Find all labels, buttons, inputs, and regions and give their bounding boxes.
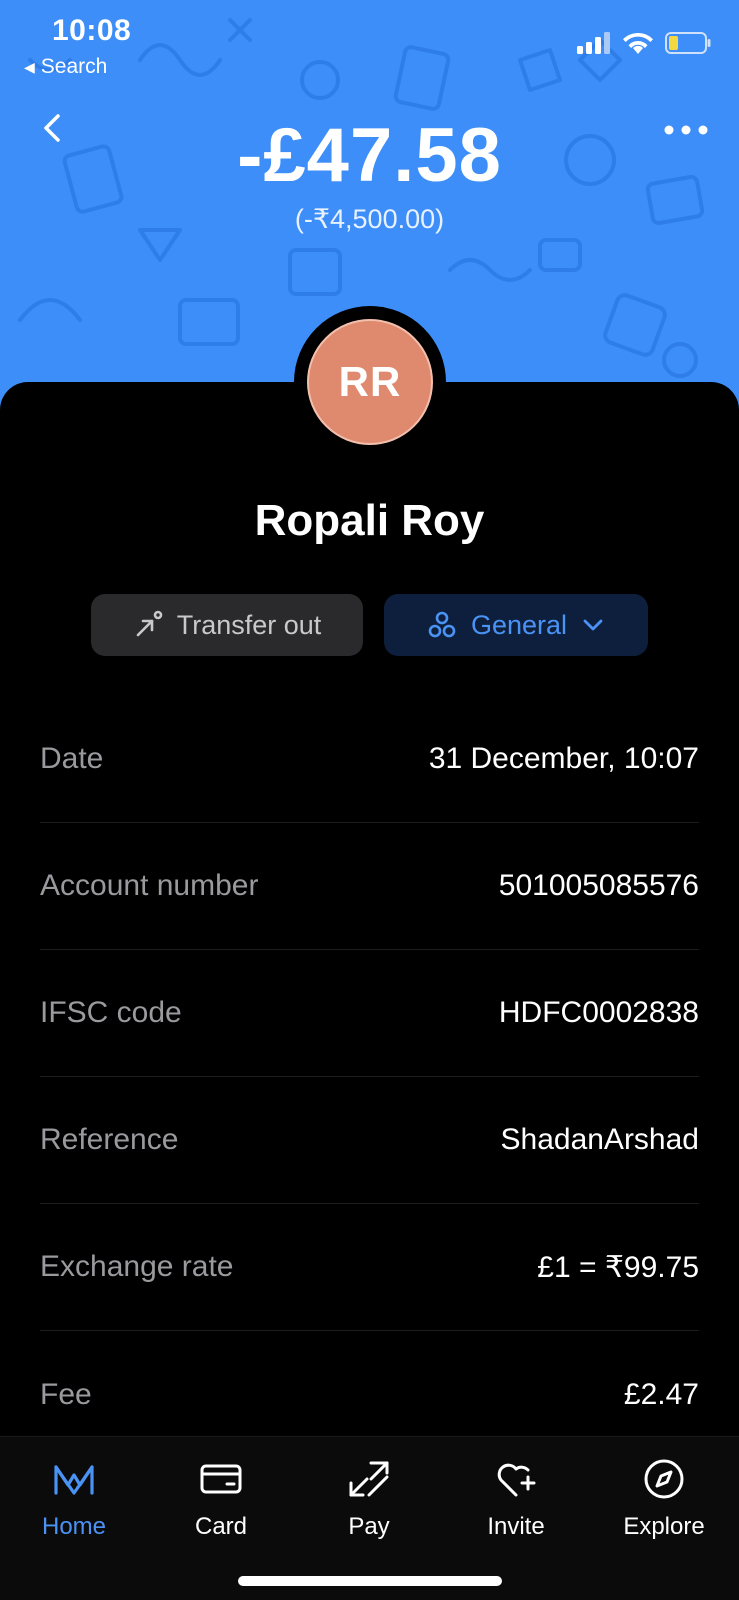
tab-pay[interactable]: Pay: [309, 1455, 429, 1541]
home-indicator[interactable]: [238, 1576, 502, 1586]
card-icon: [200, 1464, 242, 1494]
tab-label: Explore: [623, 1513, 705, 1540]
back-triangle-icon: ◀: [24, 58, 35, 75]
tab-card[interactable]: Card: [161, 1455, 281, 1541]
transaction-details-list: Date 31 December, 10:07 Account number 5…: [40, 696, 699, 1458]
detail-label: Date: [40, 742, 104, 775]
tab-label: Card: [194, 1513, 248, 1540]
detail-value: 31 December, 10:07: [428, 742, 699, 775]
detail-row-date: Date 31 December, 10:07: [40, 696, 699, 823]
heart-plus-icon: [497, 1463, 536, 1497]
detail-label: Fee: [40, 1377, 92, 1411]
chevron-down-icon: [583, 619, 603, 631]
detail-value: £1 = ₹99.75: [537, 1250, 699, 1284]
detail-label: Exchange rate: [40, 1250, 234, 1283]
detail-label: Reference: [40, 1123, 179, 1156]
detail-value[interactable]: HDFC0002838: [499, 996, 699, 1030]
home-m-logo-icon: [54, 1465, 94, 1495]
category-bubbles-icon: [428, 611, 456, 638]
detail-row-account-number: Account number 501005085576: [40, 823, 699, 950]
detail-value[interactable]: 501005085576: [499, 869, 699, 903]
detail-label: Account number: [40, 869, 259, 902]
back-to-app-label: Search: [40, 55, 108, 78]
category-label: General: [470, 609, 568, 640]
detail-value: £2.47: [623, 1377, 699, 1411]
avatar: RR: [307, 319, 433, 445]
transaction-type-chip: Transfer out: [91, 594, 363, 656]
status-bar: 10:08 ◀ Search: [0, 0, 739, 90]
detail-value[interactable]: ShadanArshad: [501, 1123, 700, 1157]
tab-explore[interactable]: Explore: [604, 1455, 724, 1541]
battery-icon: [665, 32, 711, 54]
transaction-amount: -£47.58: [237, 113, 502, 198]
category-dropdown[interactable]: General: [384, 594, 648, 656]
tab-label: Home: [41, 1513, 107, 1540]
arrow-up-right-icon: [136, 610, 163, 637]
tab-invite[interactable]: Invite: [456, 1455, 576, 1541]
pay-arrows-icon: [349, 1461, 389, 1497]
compass-icon: [644, 1459, 684, 1499]
detail-row-exchange-rate: Exchange rate £1 = ₹99.75: [40, 1204, 699, 1331]
cellular-signal-icon: [577, 32, 610, 54]
detail-label: IFSC code: [40, 996, 182, 1029]
status-time: 10:08: [52, 14, 132, 47]
status-icons: [577, 32, 711, 54]
detail-row-ifsc-code: IFSC code HDFC0002838: [40, 950, 699, 1077]
contact-name: Ropali Roy: [254, 496, 485, 545]
tab-label: Pay: [348, 1513, 390, 1540]
transaction-amount-local: (-₹4,500.00): [294, 204, 445, 234]
tab-home[interactable]: Home: [14, 1455, 134, 1541]
detail-row-reference: Reference ShadanArshad: [40, 1077, 699, 1204]
tab-label: Invite: [487, 1513, 545, 1540]
wifi-icon: [623, 32, 653, 54]
back-to-app-link[interactable]: ◀ Search: [24, 55, 107, 79]
transaction-type-label: Transfer out: [176, 609, 322, 640]
